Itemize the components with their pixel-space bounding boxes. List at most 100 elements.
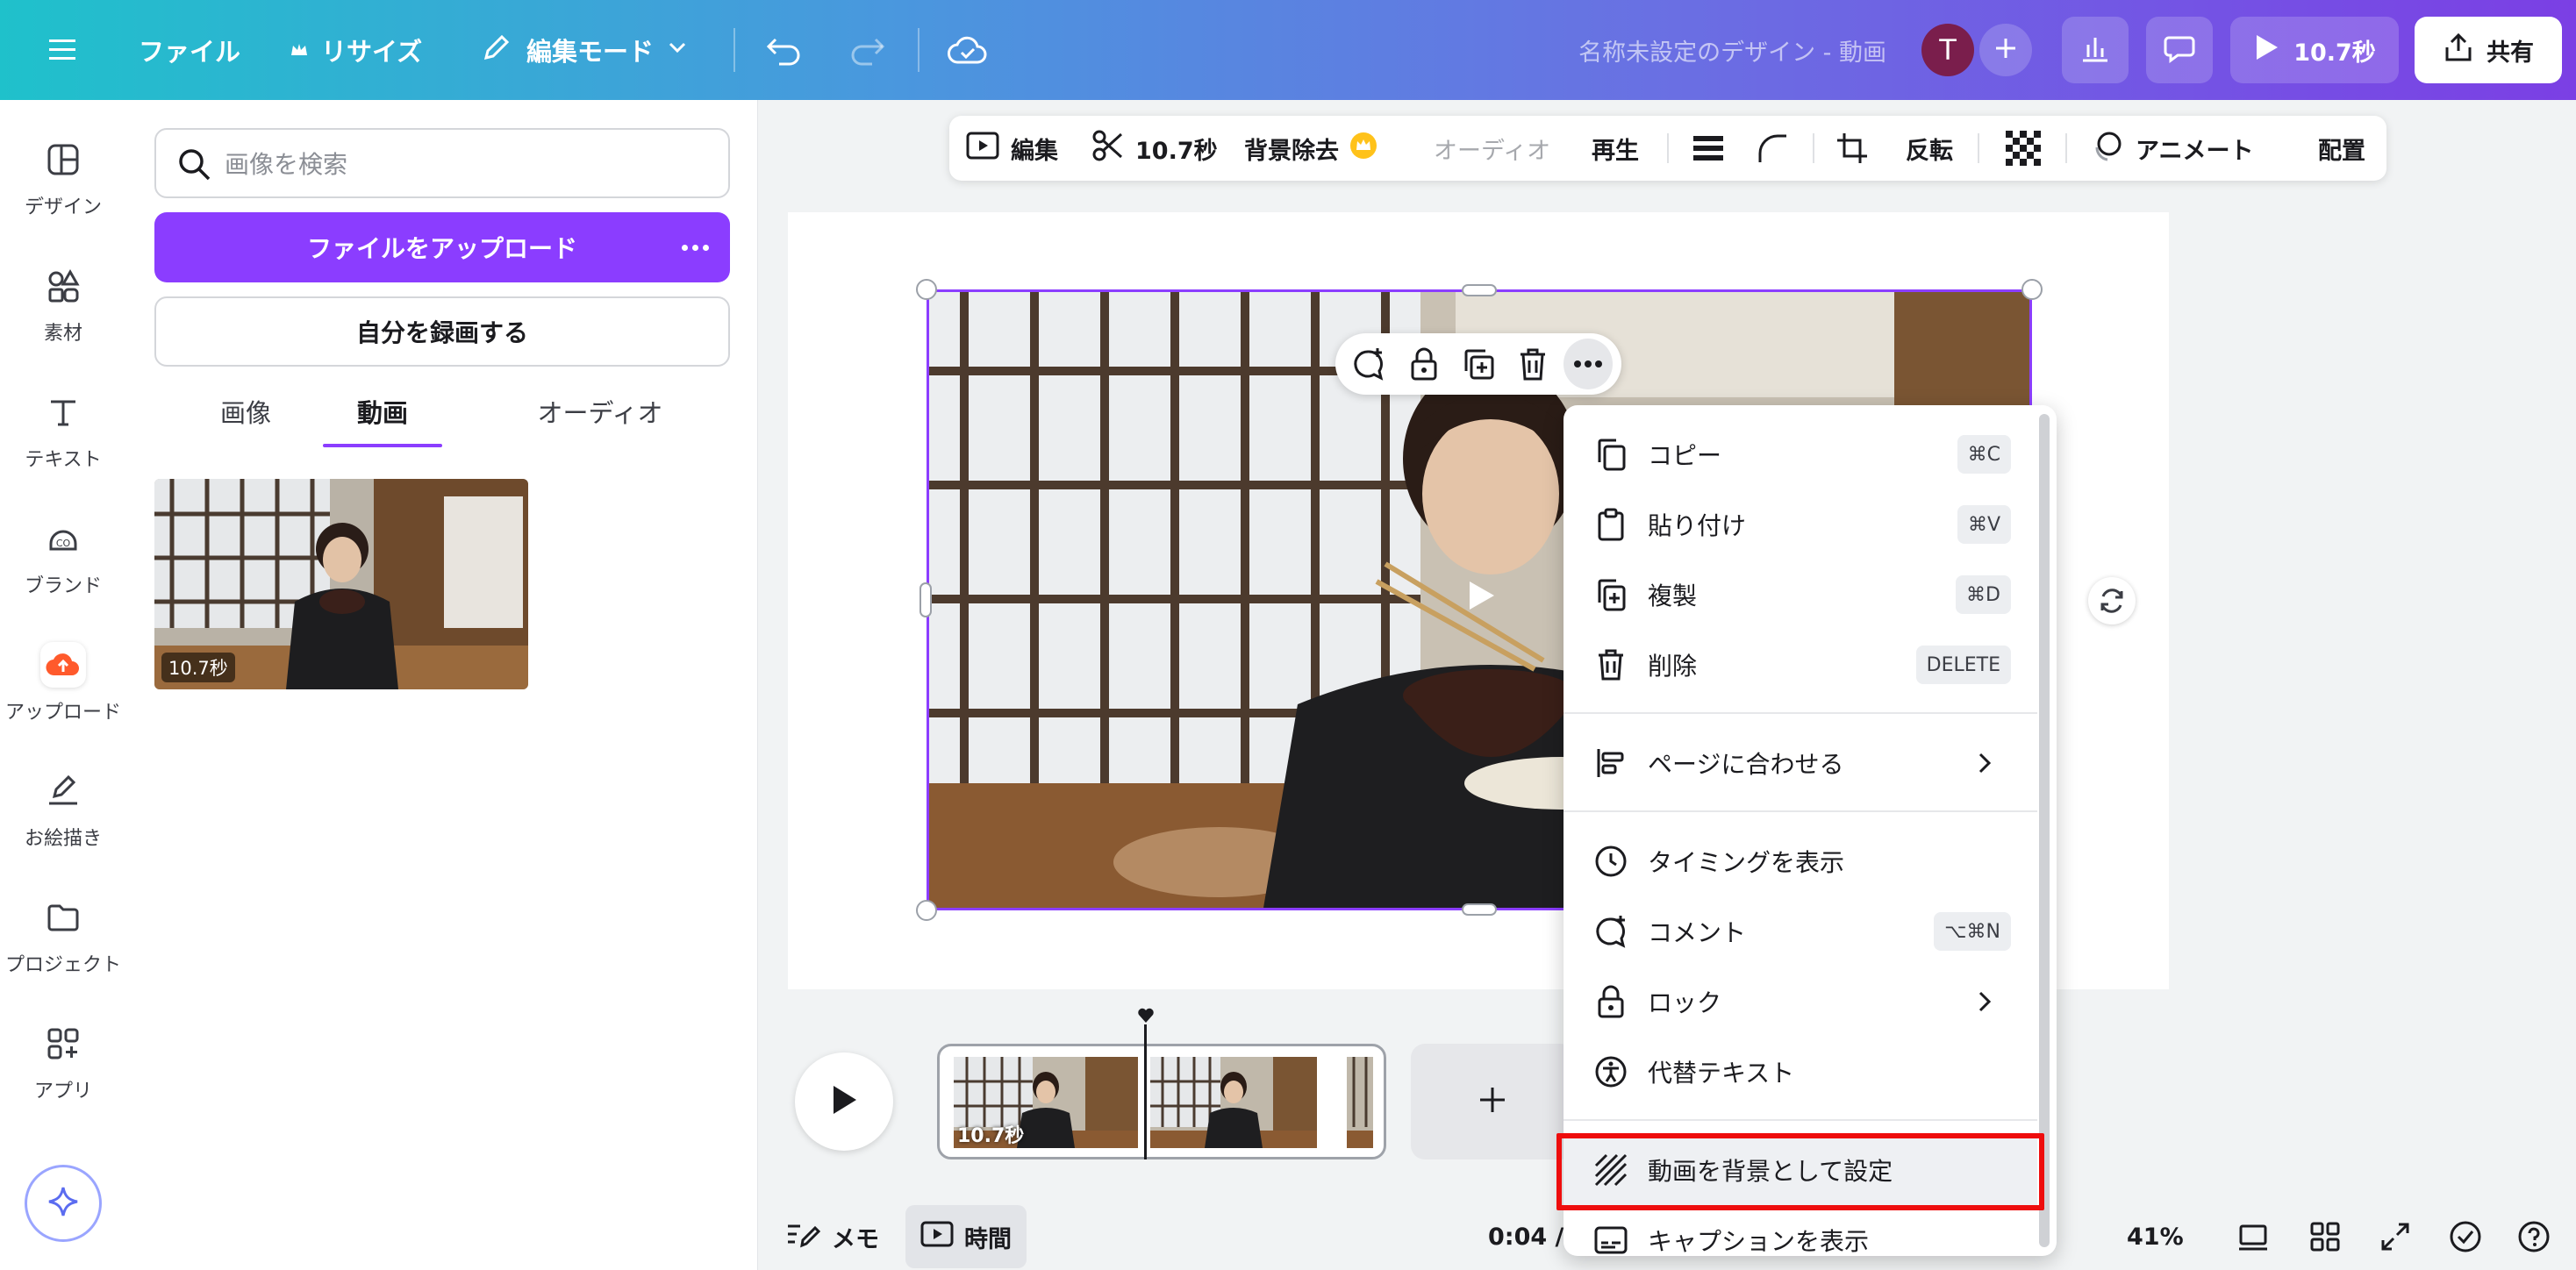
crown-badge-icon: [1349, 132, 1377, 166]
menu-item-label: 削除: [1648, 652, 1698, 681]
rail-item-design[interactable]: デザイン: [0, 137, 126, 219]
position-label: 配置: [2318, 137, 2365, 165]
uploaded-video-thumbnail[interactable]: 10.7秒: [154, 479, 528, 689]
crop-icon[interactable]: [1835, 116, 1869, 181]
menu-item-comment[interactable]: コメント ⌥⌘N: [1563, 896, 2037, 967]
check-circle-icon[interactable]: [2444, 1216, 2487, 1258]
resize-handle[interactable]: [1462, 284, 1497, 296]
playhead[interactable]: [1144, 1024, 1147, 1159]
resize-button[interactable]: リサイズ: [290, 0, 422, 100]
corner-rounding-icon[interactable]: [1757, 116, 1788, 181]
tab-videos[interactable]: 動画: [323, 381, 442, 442]
page-view-icon[interactable]: [2232, 1216, 2274, 1258]
tab-audio[interactable]: オーディオ: [512, 381, 688, 442]
border-style-icon[interactable]: [1692, 116, 1725, 181]
zoom-level[interactable]: 41%: [2127, 1203, 2184, 1270]
tab-images[interactable]: 画像: [182, 381, 309, 442]
fullscreen-icon[interactable]: [2374, 1216, 2416, 1258]
video-play-icon[interactable]: [1458, 574, 1502, 617]
upload-share-icon: [2443, 32, 2474, 69]
insights-button[interactable]: [2062, 17, 2129, 83]
transparency-icon[interactable]: [2006, 116, 2041, 181]
trim-button[interactable]: 10.7秒: [1091, 116, 1218, 181]
position-button[interactable]: 配置: [2318, 116, 2365, 181]
search-input[interactable]: 画像を検索: [154, 128, 730, 198]
search-placeholder: 画像を検索: [225, 150, 348, 179]
more-dots-icon[interactable]: [677, 232, 712, 263]
menu-item-alt-text[interactable]: 代替テキスト: [1563, 1037, 2037, 1107]
undo-icon[interactable]: [765, 0, 804, 100]
timer-label: 時間: [964, 1225, 1012, 1253]
comment-button[interactable]: [2146, 17, 2213, 83]
rotate-icon[interactable]: [2088, 577, 2136, 624]
menu-item-paste[interactable]: 貼り付け ⌘V: [1563, 489, 2037, 560]
bg-remover-button[interactable]: 背景除去: [1244, 116, 1377, 181]
lock-icon[interactable]: [1399, 339, 1448, 389]
left-rail: デザイン 素材 テキスト CO ブランド アップロード お絵描き プロジェクト …: [0, 100, 126, 1270]
menu-icon[interactable]: [47, 0, 77, 100]
more-options-icon[interactable]: [1563, 339, 1614, 389]
document-title[interactable]: 名称未設定のデザイン - 動画: [1465, 0, 1886, 100]
avatar[interactable]: T: [1921, 24, 1974, 76]
rail-item-elements[interactable]: 素材: [0, 263, 126, 346]
clipboard-icon: [1593, 507, 1628, 542]
flip-button[interactable]: 反転: [1906, 116, 1953, 181]
menu-scrollbar[interactable]: [2039, 414, 2050, 1247]
notes-label: メモ: [832, 1225, 879, 1253]
separator: [1813, 133, 1814, 163]
add-page-button[interactable]: [1411, 1044, 1574, 1159]
playback-button[interactable]: 再生: [1592, 116, 1639, 181]
add-comment-icon[interactable]: [1344, 339, 1393, 389]
accessibility-icon: [1593, 1054, 1628, 1089]
context-menu: コピー ⌘C 貼り付け ⌘V 複製 ⌘D 削除 DELETE ページに合わせる …: [1563, 405, 2057, 1256]
bg-remove-label: 背景除去: [1244, 137, 1339, 165]
file-menu[interactable]: ファイル: [139, 0, 240, 100]
timeline-play-button[interactable]: [795, 1052, 893, 1151]
rail-label: アップロード: [4, 702, 121, 724]
resize-handle[interactable]: [916, 279, 937, 300]
rail-item-upload[interactable]: アップロード: [0, 642, 126, 724]
cloud-saved-icon[interactable]: [948, 0, 988, 100]
menu-item-lock[interactable]: ロック: [1563, 967, 2037, 1037]
present-play-button[interactable]: 10.7秒: [2230, 17, 2399, 83]
resize-handle[interactable]: [2021, 279, 2043, 300]
trash-icon[interactable]: [1508, 339, 1557, 389]
resize-handle[interactable]: [919, 582, 932, 617]
add-collaborator-button[interactable]: [1979, 24, 2032, 76]
menu-item-delete[interactable]: 削除 DELETE: [1563, 630, 2037, 700]
edit-video-button[interactable]: 編集: [965, 116, 1058, 181]
menu-item-show-captions[interactable]: キャプションを表示: [1563, 1205, 2037, 1256]
upload-file-button[interactable]: ファイルをアップロード: [154, 212, 730, 282]
redo-icon[interactable]: [848, 0, 886, 100]
animate-button[interactable]: アニメート: [2090, 116, 2253, 181]
file-menu-label: ファイル: [139, 37, 241, 67]
menu-item-label: ページに合わせる: [1648, 750, 1844, 779]
chevron-right-icon: [1971, 988, 1999, 1016]
video-frame-icon: [920, 1221, 954, 1253]
rail-item-draw[interactable]: お絵描き: [0, 768, 126, 851]
timer-button[interactable]: 時間: [905, 1205, 1027, 1268]
notes-button[interactable]: メモ: [786, 1203, 879, 1270]
menu-item-show-timing[interactable]: タイミングを表示: [1563, 826, 2037, 896]
rail-item-brand[interactable]: CO ブランド: [0, 516, 126, 598]
scissors-icon: [1091, 129, 1125, 168]
grid-view-icon[interactable]: [2304, 1216, 2346, 1258]
menu-item-duplicate[interactable]: 複製 ⌘D: [1563, 560, 2037, 630]
duplicate-icon[interactable]: [1454, 339, 1503, 389]
rail-item-text[interactable]: テキスト: [0, 389, 126, 472]
rail-item-projects[interactable]: プロジェクト: [0, 895, 126, 977]
edit-mode-dropdown[interactable]: 編集モード: [479, 0, 689, 100]
resize-handle[interactable]: [1462, 903, 1497, 916]
help-icon[interactable]: [2513, 1216, 2555, 1258]
resize-handle[interactable]: [916, 900, 937, 921]
timeline-clip[interactable]: 10.7秒: [937, 1044, 1386, 1159]
shortcut-badge: DELETE: [1915, 646, 2011, 684]
rail-item-apps[interactable]: アプリ: [0, 1021, 126, 1103]
magic-assistant-button[interactable]: [25, 1165, 102, 1242]
record-yourself-button[interactable]: 自分を録画する: [154, 296, 730, 367]
audio-button[interactable]: オーディオ: [1434, 116, 1550, 181]
menu-item-copy[interactable]: コピー ⌘C: [1563, 419, 2037, 489]
share-button[interactable]: 共有: [2415, 17, 2562, 83]
playhead-heart-icon[interactable]: [1137, 1007, 1155, 1024]
menu-item-align-to-page[interactable]: ページに合わせる: [1563, 728, 2037, 798]
